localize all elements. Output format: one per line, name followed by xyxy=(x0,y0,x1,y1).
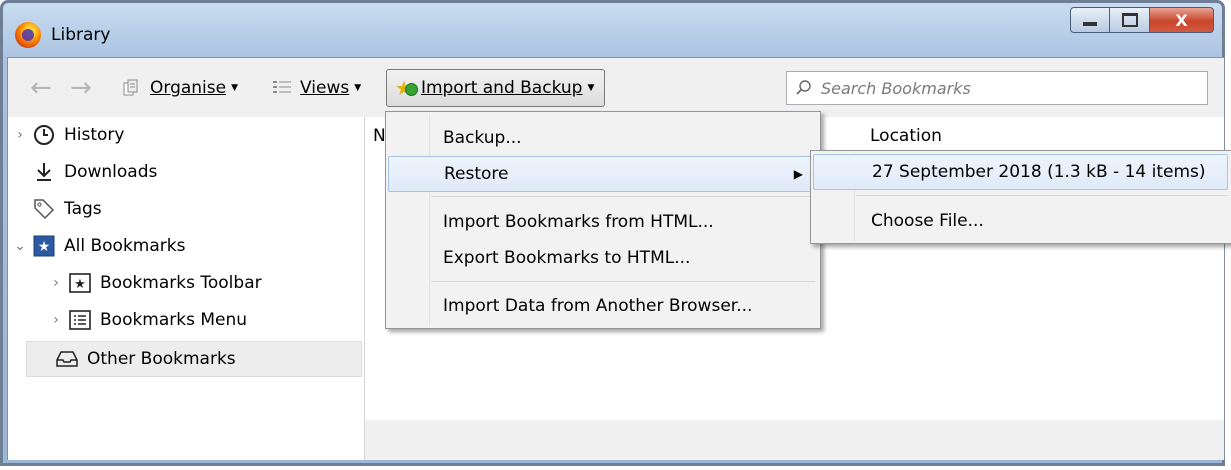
forward-button[interactable]: → xyxy=(70,71,92,105)
menu-item-label: Choose File... xyxy=(871,211,984,231)
star-folder-icon: ★ xyxy=(33,235,55,257)
menu-item-label: 27 September 2018 (1.3 kB - 14 items) xyxy=(872,162,1206,182)
collapse-twisty-icon[interactable]: ⌄ xyxy=(14,238,26,254)
sidebar-tree: › History Downloads Tags ⌄ ★ All Bookmar… xyxy=(8,117,365,460)
sidebar-item-tags[interactable]: Tags xyxy=(32,191,352,227)
star-box-icon: ★ xyxy=(69,273,91,293)
expand-twisty-icon[interactable]: › xyxy=(50,275,62,291)
views-button[interactable]: Views ▼ xyxy=(272,71,361,105)
sidebar-item-label: Downloads xyxy=(64,162,158,182)
menu-item-label: Import Data from Another Browser... xyxy=(443,296,753,316)
import-backup-menu: Backup... Restore ▶ Import Bookmarks fro… xyxy=(385,111,821,329)
dropdown-arrow-icon: ▼ xyxy=(354,83,362,93)
restore-submenu: 27 September 2018 (1.3 kB - 14 items) Ch… xyxy=(810,150,1231,244)
menu-separator xyxy=(856,195,1228,196)
tray-icon xyxy=(56,351,78,367)
menu-item-import-browser[interactable]: Import Data from Another Browser... xyxy=(388,288,816,324)
back-button[interactable]: ← xyxy=(30,71,52,105)
svg-text:★: ★ xyxy=(38,239,51,255)
search-icon xyxy=(796,80,811,95)
views-icon xyxy=(273,81,291,93)
maximize-icon xyxy=(1121,13,1138,27)
menu-separator xyxy=(431,281,815,282)
menu-item-restore-backup[interactable]: 27 September 2018 (1.3 kB - 14 items) xyxy=(813,154,1228,190)
menu-separator xyxy=(431,196,815,197)
sidebar-item-label: Bookmarks Toolbar xyxy=(100,273,262,293)
menu-item-export-html[interactable]: Export Bookmarks to HTML... xyxy=(388,240,816,276)
sidebar-item-label: Tags xyxy=(64,199,102,219)
organise-icon xyxy=(123,79,138,96)
views-label: Views xyxy=(300,78,350,98)
firefox-logo-icon xyxy=(15,22,41,48)
toolbar: ← → Organise ▼ Views ▼ ★ Import and Back… xyxy=(8,58,1224,117)
tag-icon xyxy=(34,199,55,220)
maximize-button[interactable] xyxy=(1110,7,1150,33)
import-and-backup-button[interactable]: ★ Import and Backup ▼ xyxy=(386,69,606,107)
expand-twisty-icon[interactable]: › xyxy=(14,127,26,143)
download-arrow-icon xyxy=(37,163,51,181)
sidebar-item-history[interactable]: › History xyxy=(14,117,354,153)
close-icon: X xyxy=(1175,10,1188,30)
clock-icon xyxy=(34,125,54,145)
sidebar-item-bookmarks-menu[interactable]: › Bookmarks Menu xyxy=(50,302,350,338)
expand-twisty-icon[interactable]: › xyxy=(50,312,62,328)
dropdown-arrow-icon: ▼ xyxy=(587,83,595,93)
menu-item-label: Import Bookmarks from HTML... xyxy=(443,212,714,232)
forward-arrow-icon: → xyxy=(70,73,92,103)
organise-label: Organise xyxy=(150,78,227,98)
sidebar-item-label: Other Bookmarks xyxy=(87,349,236,369)
minimize-icon xyxy=(1083,22,1097,26)
menu-item-import-html[interactable]: Import Bookmarks from HTML... xyxy=(388,204,816,240)
search-input[interactable] xyxy=(819,77,1203,99)
sidebar-item-label: History xyxy=(64,125,125,145)
submenu-arrow-icon: ▶ xyxy=(793,167,803,181)
organise-button[interactable]: Organise ▼ xyxy=(122,71,238,105)
sidebar-item-other-bookmarks[interactable]: Other Bookmarks xyxy=(26,341,362,377)
column-header-name[interactable]: N xyxy=(373,117,386,155)
svg-text:★: ★ xyxy=(74,277,86,292)
dropdown-arrow-icon: ▼ xyxy=(231,83,239,93)
menu-item-backup[interactable]: Backup... xyxy=(388,120,816,156)
menu-item-restore[interactable]: Restore ▶ xyxy=(388,156,816,192)
menu-item-label: Export Bookmarks to HTML... xyxy=(443,248,691,268)
menu-item-label: Restore xyxy=(444,164,509,184)
menu-item-label: Backup... xyxy=(443,128,522,148)
back-arrow-icon: ← xyxy=(30,73,52,103)
details-pane xyxy=(365,420,1224,460)
import-backup-icon: ★ xyxy=(395,76,418,100)
window-controls: X xyxy=(1070,7,1214,33)
sidebar-item-all-bookmarks[interactable]: ⌄ ★ All Bookmarks xyxy=(14,228,354,264)
sidebar-item-bookmarks-toolbar[interactable]: › ★ Bookmarks Toolbar xyxy=(50,265,350,301)
import-backup-label: Import and Backup xyxy=(420,78,583,98)
menu-item-choose-file[interactable]: Choose File... xyxy=(813,203,1228,239)
search-bookmarks-field[interactable] xyxy=(786,71,1208,105)
close-button[interactable]: X xyxy=(1150,7,1214,33)
window-title: Library xyxy=(51,25,111,45)
sidebar-item-label: All Bookmarks xyxy=(64,236,186,256)
menu-list-icon xyxy=(69,310,91,330)
sidebar-item-downloads[interactable]: Downloads xyxy=(32,154,352,190)
sidebar-item-label: Bookmarks Menu xyxy=(100,310,248,330)
title-bar: Library X xyxy=(3,3,1222,57)
minimize-button[interactable] xyxy=(1070,7,1110,33)
